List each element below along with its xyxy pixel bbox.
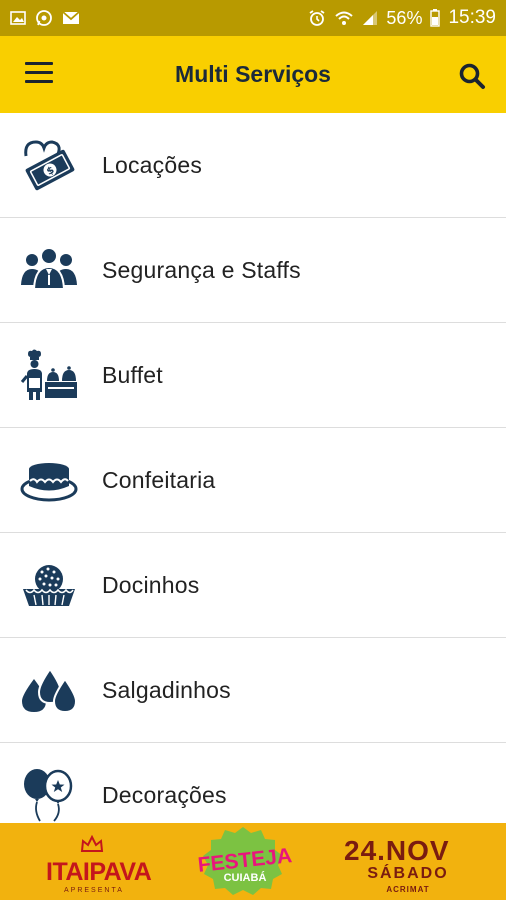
gmail-icon xyxy=(62,11,80,24)
battery-percent: 56% xyxy=(386,7,423,28)
notification-icons xyxy=(10,9,80,27)
cake-icon xyxy=(20,452,78,508)
battery-icon xyxy=(430,9,441,27)
image-icon xyxy=(10,11,26,25)
banner-date: 24.NOV xyxy=(344,835,450,866)
list-item-label: Salgadinhos xyxy=(102,676,231,703)
list-item-buffet[interactable]: Buffet xyxy=(0,323,506,428)
list-item-salgadinhos[interactable]: Salgadinhos xyxy=(0,638,506,743)
list-item-label: Locações xyxy=(102,151,203,178)
menu-button[interactable] xyxy=(25,62,53,84)
wifi-icon xyxy=(335,11,354,25)
banner-brand-subtitle: APRESENTA xyxy=(64,887,124,894)
search-button[interactable] xyxy=(458,62,486,90)
status-bar: 56% 15:39 xyxy=(0,0,506,36)
list-item-locacoes[interactable]: $ Locações xyxy=(0,113,506,218)
list-item-docinhos[interactable]: Docinhos xyxy=(0,533,506,638)
hamburger-menu-icon xyxy=(25,62,53,65)
app-bar: Multi Serviços xyxy=(0,36,506,113)
alarm-icon xyxy=(309,10,325,26)
list-item-label: Docinhos xyxy=(102,571,200,598)
chef-buffet-icon xyxy=(20,347,78,403)
drops-icon xyxy=(20,662,78,718)
search-icon xyxy=(459,63,485,89)
page-title: Multi Serviços xyxy=(175,61,331,87)
balloons-icon xyxy=(20,767,78,823)
clock: 15:39 xyxy=(448,7,496,28)
ad-banner[interactable]: ITAIPAVA APRESENTA FESTEJA CUIABÁ 24.NOV… xyxy=(0,823,506,900)
system-status: 56% 15:39 xyxy=(308,7,496,29)
banner-brand: ITAIPAVA xyxy=(46,858,152,886)
list-item-label: Buffet xyxy=(102,361,163,388)
signal-icon xyxy=(363,11,378,25)
list-item-label: Decorações xyxy=(102,781,227,808)
list-item-label: Confeitaria xyxy=(102,466,216,493)
money-hand-icon: $ xyxy=(20,137,78,193)
list-item-decoracoes[interactable]: Decorações xyxy=(0,743,506,823)
whatsapp-icon xyxy=(36,10,52,26)
list-item-seguranca-staffs[interactable]: Segurança e Staffs xyxy=(0,218,506,323)
list-item-confeitaria[interactable]: Confeitaria xyxy=(0,428,506,533)
banner-weekday: SÁBADO xyxy=(367,865,449,882)
crown-icon xyxy=(80,835,104,852)
category-list: $ Locações Segurança e Staffs Buffet Con… xyxy=(0,113,506,823)
list-item-label: Segurança e Staffs xyxy=(102,256,301,283)
sweet-cupcake-icon xyxy=(20,557,78,613)
banner-event-city: CUIABÁ xyxy=(223,872,267,884)
banner-venue: ACRIMAT xyxy=(386,885,430,894)
staff-group-icon xyxy=(20,242,78,298)
